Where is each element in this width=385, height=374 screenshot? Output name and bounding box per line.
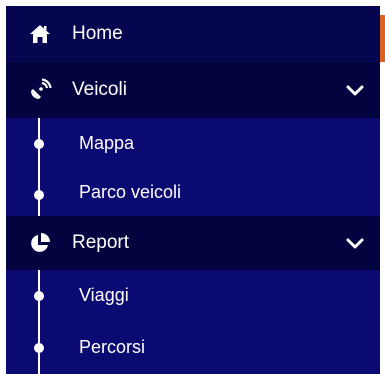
sidebar-item-parco-veicoli[interactable]: Parco veicoli <box>6 169 380 216</box>
bullet-dot-icon <box>34 139 44 149</box>
sidebar-item-label: Percorsi <box>79 337 146 357</box>
bullet-dot-icon <box>34 291 44 301</box>
sidebar-section-label: Report <box>72 232 130 253</box>
sidebar-section-veicoli[interactable]: Veicoli <box>6 62 380 118</box>
chevron-down-icon[interactable] <box>344 79 366 101</box>
sidebar-section-label: Veicoli <box>72 79 127 100</box>
sidebar-menu: Home Veicoli Mappa Parco veicoli Report … <box>6 6 380 374</box>
sidebar-section-report[interactable]: Report <box>6 216 380 270</box>
home-icon <box>28 22 52 46</box>
sidebar-item-viaggi[interactable]: Viaggi <box>6 270 380 321</box>
bullet-dot-icon <box>34 190 44 200</box>
chevron-down-icon[interactable] <box>344 232 366 254</box>
satellite-dish-icon <box>28 78 52 102</box>
sidebar-item-home[interactable]: Home <box>6 6 380 62</box>
tree-line <box>38 118 40 216</box>
sidebar-item-label: Parco veicoli <box>79 182 182 202</box>
sidebar-item-label: Viaggi <box>79 285 129 305</box>
pie-chart-icon <box>28 231 52 255</box>
sidebar-item-percorsi[interactable]: Percorsi <box>6 321 380 374</box>
sidebar-item-label: Mappa <box>79 133 135 153</box>
bullet-dot-icon <box>34 343 44 353</box>
tree-line <box>38 270 40 374</box>
sidebar-item-label: Home <box>72 23 123 44</box>
sidebar-item-mappa[interactable]: Mappa <box>6 118 380 169</box>
